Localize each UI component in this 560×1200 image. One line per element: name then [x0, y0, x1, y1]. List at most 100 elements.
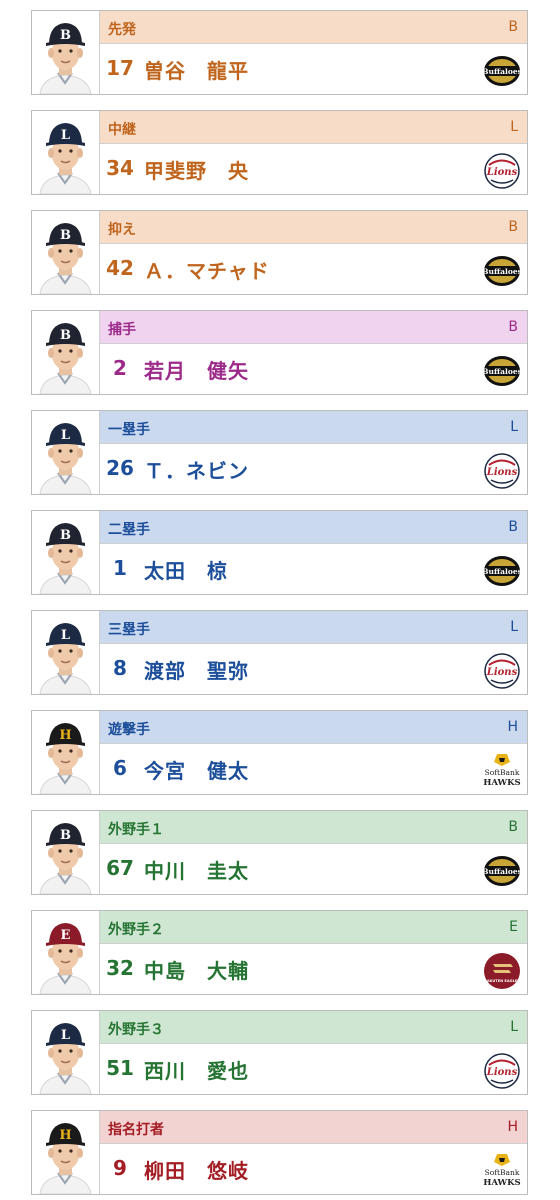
team-code: L — [510, 619, 518, 635]
team-code: L — [510, 119, 518, 135]
card-header: 指名打者 H — [100, 1111, 527, 1144]
position-label: 一塁手 — [108, 422, 150, 438]
card-body: 51 西川 愛也 Lions — [100, 1044, 527, 1094]
svg-text:E: E — [61, 928, 71, 943]
player-photo: B — [32, 511, 100, 594]
svg-text:SoftBank: SoftBank — [485, 1168, 520, 1177]
player-name: Ａ．マチャド — [144, 259, 270, 283]
player-card[interactable]: L 一塁手 L 26 Ｔ．ネビン Lions — [31, 410, 528, 495]
player-card[interactable]: B 抑え B 42 Ａ．マチャド Buffaloes — [31, 210, 528, 295]
team-code: L — [510, 1019, 518, 1035]
position-label: 遊撃手 — [108, 722, 150, 738]
svg-text:B: B — [60, 228, 71, 243]
card-body: 26 Ｔ．ネビン Lions — [100, 444, 527, 494]
card-header: 先発 B — [100, 11, 527, 44]
card-header: 捕手 B — [100, 311, 527, 344]
card-header: 外野手２ E — [100, 911, 527, 944]
player-card[interactable]: L 三塁手 L 8 渡部 聖弥 Lions — [31, 610, 528, 695]
team-code: B — [508, 819, 518, 835]
player-name: 甲斐野 央 — [144, 159, 249, 183]
position-label: 捕手 — [108, 322, 136, 338]
player-card[interactable]: H 指名打者 H 9 柳田 悠岐 SoftBank HAWKS — [31, 1110, 528, 1195]
uniform-number: 51 — [106, 1056, 134, 1080]
player-photo: H — [32, 711, 100, 794]
player-name: 若月 健矢 — [144, 359, 249, 383]
position-label: 外野手１ — [108, 822, 164, 838]
card-header: 三塁手 L — [100, 611, 527, 644]
uniform-number: 42 — [106, 256, 134, 280]
player-card[interactable]: B 外野手１ B 67 中川 圭太 Buffaloes — [31, 810, 528, 895]
card-header: 抑え B — [100, 211, 527, 244]
svg-text:B: B — [60, 528, 71, 543]
player-photo: B — [32, 11, 100, 94]
card-header: 中継 L — [100, 111, 527, 144]
svg-text:B: B — [60, 328, 71, 343]
buffaloes-logo-icon: Buffaloes — [483, 52, 521, 90]
uniform-number: 17 — [106, 56, 134, 80]
hawks-logo-icon: SoftBank HAWKS — [483, 752, 521, 790]
svg-text:Buffaloes: Buffaloes — [483, 67, 521, 76]
player-card[interactable]: B 捕手 B 2 若月 健矢 Buffaloes — [31, 310, 528, 395]
hawks-logo-icon: SoftBank HAWKS — [483, 1152, 521, 1190]
svg-text:B: B — [60, 828, 71, 843]
player-name: 渡部 聖弥 — [144, 659, 249, 683]
position-label: 外野手２ — [108, 922, 164, 938]
svg-text:L: L — [61, 428, 70, 443]
svg-text:L: L — [61, 128, 70, 143]
player-card[interactable]: L 外野手３ L 51 西川 愛也 Lions — [31, 1010, 528, 1095]
lions-logo-icon: Lions — [483, 652, 521, 690]
player-name: Ｔ．ネビン — [144, 459, 249, 483]
player-card[interactable]: E 外野手２ E 32 中島 大輔 RAKUTEN EAGLES — [31, 910, 528, 995]
svg-text:RAKUTEN EAGLES: RAKUTEN EAGLES — [484, 979, 520, 983]
uniform-number: 67 — [106, 856, 134, 880]
team-code: L — [510, 419, 518, 435]
svg-text:Buffaloes: Buffaloes — [483, 867, 521, 876]
svg-text:Lions: Lions — [486, 1067, 518, 1078]
position-label: 抑え — [108, 222, 136, 238]
card-body: 32 中島 大輔 RAKUTEN EAGLES — [100, 944, 527, 994]
player-name: 西川 愛也 — [144, 1059, 249, 1083]
player-card[interactable]: L 中継 L 34 甲斐野 央 Lions — [31, 110, 528, 195]
svg-text:Lions: Lions — [486, 667, 518, 678]
card-body: 34 甲斐野 央 Lions — [100, 144, 527, 194]
position-label: 二塁手 — [108, 522, 150, 538]
position-label: 先発 — [108, 22, 136, 38]
svg-text:HAWKS: HAWKS — [483, 778, 520, 788]
card-body: 17 曽谷 龍平 Buffaloes — [100, 44, 527, 94]
uniform-number: 26 — [106, 456, 134, 480]
buffaloes-logo-icon: Buffaloes — [483, 252, 521, 290]
svg-text:H: H — [59, 1128, 71, 1143]
card-header: 二塁手 B — [100, 511, 527, 544]
team-code: B — [508, 19, 518, 35]
card-body: 42 Ａ．マチャド Buffaloes — [100, 244, 527, 294]
card-body: 6 今宮 健太 SoftBank HAWKS — [100, 744, 527, 794]
player-name: 中島 大輔 — [144, 959, 249, 983]
svg-text:Lions: Lions — [486, 467, 518, 478]
player-photo: H — [32, 1111, 100, 1194]
svg-text:B: B — [60, 28, 71, 43]
player-photo: B — [32, 811, 100, 894]
player-card[interactable]: B 二塁手 B 1 太田 椋 Buffaloes — [31, 510, 528, 595]
buffaloes-logo-icon: Buffaloes — [483, 352, 521, 390]
player-name: 太田 椋 — [144, 559, 228, 583]
player-name: 柳田 悠岐 — [144, 1159, 249, 1183]
card-body: 9 柳田 悠岐 SoftBank HAWKS — [100, 1144, 527, 1194]
team-code: B — [508, 319, 518, 335]
card-header: 一塁手 L — [100, 411, 527, 444]
player-photo: L — [32, 411, 100, 494]
team-code: H — [507, 1119, 518, 1135]
lions-logo-icon: Lions — [483, 452, 521, 490]
uniform-number: 34 — [106, 156, 134, 180]
player-card[interactable]: B 先発 B 17 曽谷 龍平 Buffaloes — [31, 10, 528, 95]
team-code: H — [507, 719, 518, 735]
uniform-number: 9 — [113, 1156, 127, 1180]
player-name: 中川 圭太 — [144, 859, 249, 883]
player-card[interactable]: H 遊撃手 H 6 今宮 健太 SoftBank HAWKS — [31, 710, 528, 795]
position-label: 三塁手 — [108, 622, 150, 638]
player-name: 今宮 健太 — [144, 759, 249, 783]
player-photo: B — [32, 311, 100, 394]
player-photo: L — [32, 111, 100, 194]
svg-text:Buffaloes: Buffaloes — [483, 567, 521, 576]
card-header: 外野手３ L — [100, 1011, 527, 1044]
svg-text:L: L — [61, 1028, 70, 1043]
